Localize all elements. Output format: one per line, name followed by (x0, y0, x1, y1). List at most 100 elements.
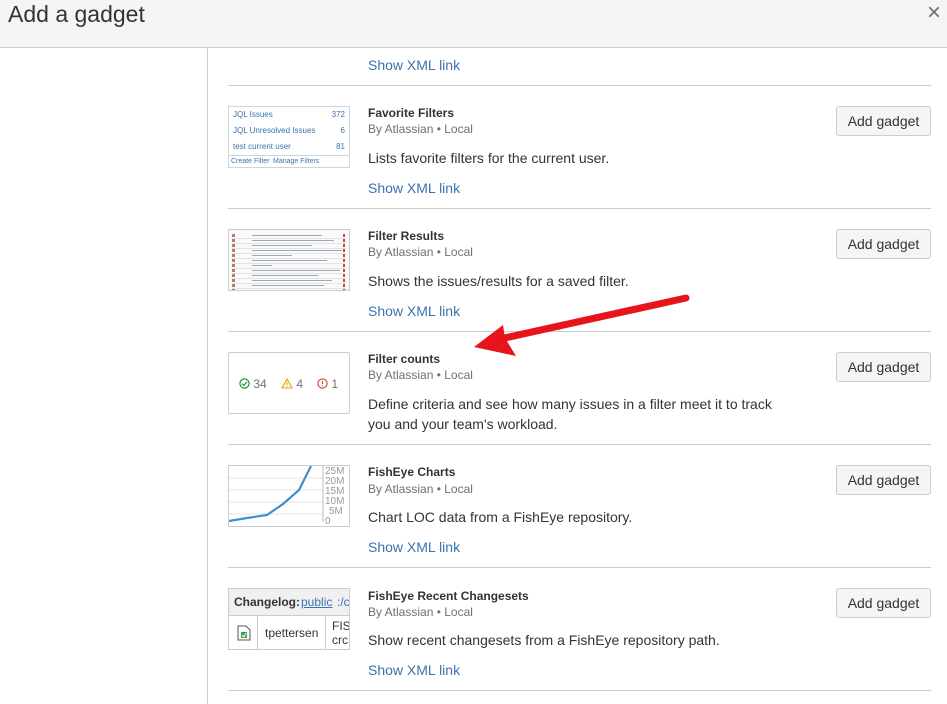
issue-summary-bar (252, 240, 334, 241)
issue-type-icon (232, 274, 235, 277)
dialog-header: Add a gadget × (0, 0, 947, 48)
dialog-title: Add a gadget (8, 1, 145, 27)
changeset-comment-top: FIS (332, 619, 350, 633)
priority-icon (343, 269, 345, 272)
changeset-comment-cell: FIS crc (326, 616, 350, 649)
repository-path: :/cc (337, 595, 350, 609)
gadget-thumbnail-favorite-filters: JQL Issues 372 JQL Unresolved Issues 6 t… (228, 106, 350, 168)
divider (228, 567, 931, 568)
issue-summary-bar (252, 265, 272, 266)
thumb-row-label: JQL Unresolved Issues (233, 126, 316, 135)
gadget-description: Chart LOC data from a FishEye repository… (368, 509, 633, 525)
priority-icon (343, 264, 345, 267)
description-line: you and your team's workload. (368, 416, 558, 432)
thumb-row-count: 372 (331, 110, 345, 119)
warning-count-value: 4 (296, 377, 304, 391)
issue-summary-bar (252, 260, 327, 261)
show-xml-link[interactable]: Show XML link (368, 180, 460, 196)
issue-type-icon (232, 264, 235, 267)
changeset-icon-cell (229, 616, 258, 649)
axis-label: 0 (325, 516, 331, 526)
gadget-title: Filter Results (368, 229, 445, 243)
gadget-description: Shows the issues/results for a saved fil… (368, 273, 629, 289)
issue-summary-bar (252, 280, 332, 281)
gadget-description: Show recent changesets from a FishEye re… (368, 632, 720, 648)
issue-summary-bar (252, 290, 310, 291)
gadget-description: Lists favorite filters for the current u… (368, 150, 610, 166)
axis-label: 5M (329, 506, 343, 517)
add-gadget-button[interactable]: Add gadget (836, 588, 931, 618)
changeset-file-icon (237, 625, 251, 641)
priority-icon (343, 274, 345, 277)
priority-icon (343, 284, 345, 287)
ok-count-value: 34 (253, 377, 267, 391)
error-count: 1 (317, 377, 338, 391)
divider (228, 331, 931, 332)
issue-type-icon (232, 269, 235, 272)
gadget-title: Favorite Filters (368, 106, 455, 120)
issue-type-icon (232, 259, 235, 262)
gadget-title: FishEye Charts (368, 465, 456, 479)
gadget-title: Filter counts (368, 352, 441, 366)
priority-icon (343, 249, 345, 252)
warning-triangle-icon (281, 377, 293, 389)
thumb-row-count: 6 (340, 126, 345, 135)
thumb-footer-create: Create Filter (231, 158, 270, 165)
gadget-thumbnail-fisheye-changesets: Changelog: public :/cc tpettersen FIS cr… (228, 588, 350, 650)
issue-type-icon (232, 234, 235, 237)
gadget-author: By Atlassian • Local (368, 368, 473, 382)
priority-icon (343, 289, 345, 290)
thumb-row: JQL Issues 372 (233, 110, 345, 119)
gadget-author: By Atlassian • Local (368, 605, 473, 619)
issue-summary-bar (252, 235, 322, 236)
show-xml-link[interactable]: Show XML link (368, 303, 460, 319)
loc-chart: 25M 20M 15M 10M 5M 0 (229, 466, 344, 526)
ok-count: 34 (239, 377, 267, 391)
thumb-row-label: JQL Issues (233, 110, 273, 119)
show-xml-link[interactable]: Show XML link (368, 539, 460, 555)
add-gadget-button[interactable]: Add gadget (836, 106, 931, 136)
gadget-thumbnail-filter-counts: 34 4 1 (228, 352, 350, 414)
changeset-comment-bottom: crc (332, 633, 348, 647)
changeset-user: tpettersen (265, 626, 319, 640)
divider (228, 444, 931, 445)
issue-type-icon (232, 289, 235, 290)
gadget-author: By Atlassian • Local (368, 482, 473, 496)
changelog-label: Changelog: (234, 595, 300, 609)
issue-summary-bar (252, 250, 342, 251)
priority-icon (343, 244, 345, 247)
gadget-author: By Atlassian • Local (368, 245, 473, 259)
issue-summary-bar (252, 245, 312, 246)
error-count-value: 1 (331, 377, 339, 391)
priority-icon (343, 279, 345, 282)
issue-type-icon (232, 249, 235, 252)
issue-summary-bar (252, 275, 318, 276)
add-gadget-button[interactable]: Add gadget (836, 465, 931, 495)
thumb-row-label: test current user (233, 142, 291, 151)
priority-icon (343, 234, 345, 237)
thumb-divider (229, 155, 349, 156)
issue-summary-bar (252, 255, 292, 256)
priority-icon (343, 254, 345, 257)
gadget-author: By Atlassian • Local (368, 122, 473, 136)
category-sidebar (0, 48, 208, 704)
thumb-row: test current user 81 (233, 142, 345, 151)
show-xml-link[interactable]: Show XML link (368, 662, 460, 678)
add-gadget-button[interactable]: Add gadget (836, 352, 931, 382)
warning-count: 4 (281, 377, 303, 391)
issue-type-icon (232, 244, 235, 247)
show-xml-link[interactable]: Show XML link (368, 57, 460, 73)
issue-type-icon (232, 279, 235, 282)
close-icon[interactable]: × (927, 1, 941, 25)
thumb-issue-row (232, 288, 346, 291)
divider (228, 85, 931, 86)
issue-type-icon (232, 284, 235, 287)
thumb-row: JQL Unresolved Issues 6 (233, 126, 345, 135)
gadget-thumbnail-filter-results (228, 229, 350, 291)
check-circle-icon (239, 378, 250, 389)
gadget-thumbnail-fisheye-charts: 25M 20M 15M 10M 5M 0 (228, 465, 350, 527)
add-gadget-button[interactable]: Add gadget (836, 229, 931, 259)
issue-summary-bar (252, 270, 340, 271)
error-circle-icon (317, 378, 328, 389)
thumb-row-count: 81 (336, 142, 345, 151)
